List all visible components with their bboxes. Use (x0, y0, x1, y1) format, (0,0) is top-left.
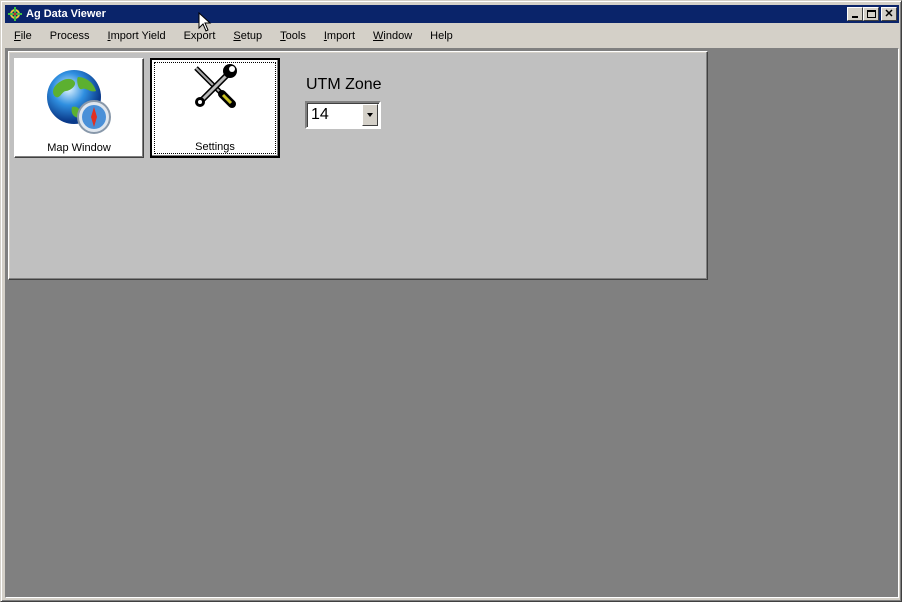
settings-button[interactable]: Settings (150, 58, 280, 158)
window-title: Ag Data Viewer (26, 8, 106, 20)
wrench-screwdriver-icon (194, 64, 237, 108)
chevron-down-icon (367, 113, 373, 117)
mdi-client-area: Map Window Settings UTM Zone 14 (5, 48, 899, 598)
close-button[interactable]: ✕ (881, 7, 897, 21)
minimize-button[interactable] (847, 7, 863, 21)
globe-compass-icon (47, 70, 111, 134)
toolbar-panel: Map Window Settings UTM Zone 14 (8, 51, 708, 280)
settings-label: Settings (195, 141, 235, 153)
app-window: Ag Data Viewer ✕ File Process Import Yie… (0, 0, 902, 602)
crosshair-icon (8, 7, 22, 21)
dropdown-button[interactable] (362, 104, 378, 126)
map-window-label: Map Window (47, 142, 111, 154)
menu-window[interactable]: Window (364, 30, 421, 42)
menu-tools[interactable]: Tools (271, 30, 315, 42)
maximize-button[interactable] (863, 7, 879, 21)
utm-zone-label: UTM Zone (306, 76, 382, 93)
mouse-cursor-icon (198, 12, 212, 32)
title-bar[interactable]: Ag Data Viewer ✕ (5, 5, 899, 23)
menu-import-yield[interactable]: Import Yield (99, 30, 175, 42)
menu-import[interactable]: Import (315, 30, 364, 42)
utm-zone-select[interactable]: 14 (305, 101, 381, 129)
menu-bar: File Process Import Yield Export Setup T… (5, 25, 899, 47)
menu-process[interactable]: Process (41, 30, 99, 42)
maximize-icon (866, 10, 876, 18)
map-window-button[interactable]: Map Window (14, 58, 144, 158)
utm-zone-value: 14 (311, 106, 329, 123)
close-icon: ✕ (884, 7, 894, 20)
minimize-icon (852, 16, 858, 18)
menu-help[interactable]: Help (421, 30, 462, 42)
menu-file[interactable]: File (5, 30, 41, 42)
menu-setup[interactable]: Setup (224, 30, 271, 42)
